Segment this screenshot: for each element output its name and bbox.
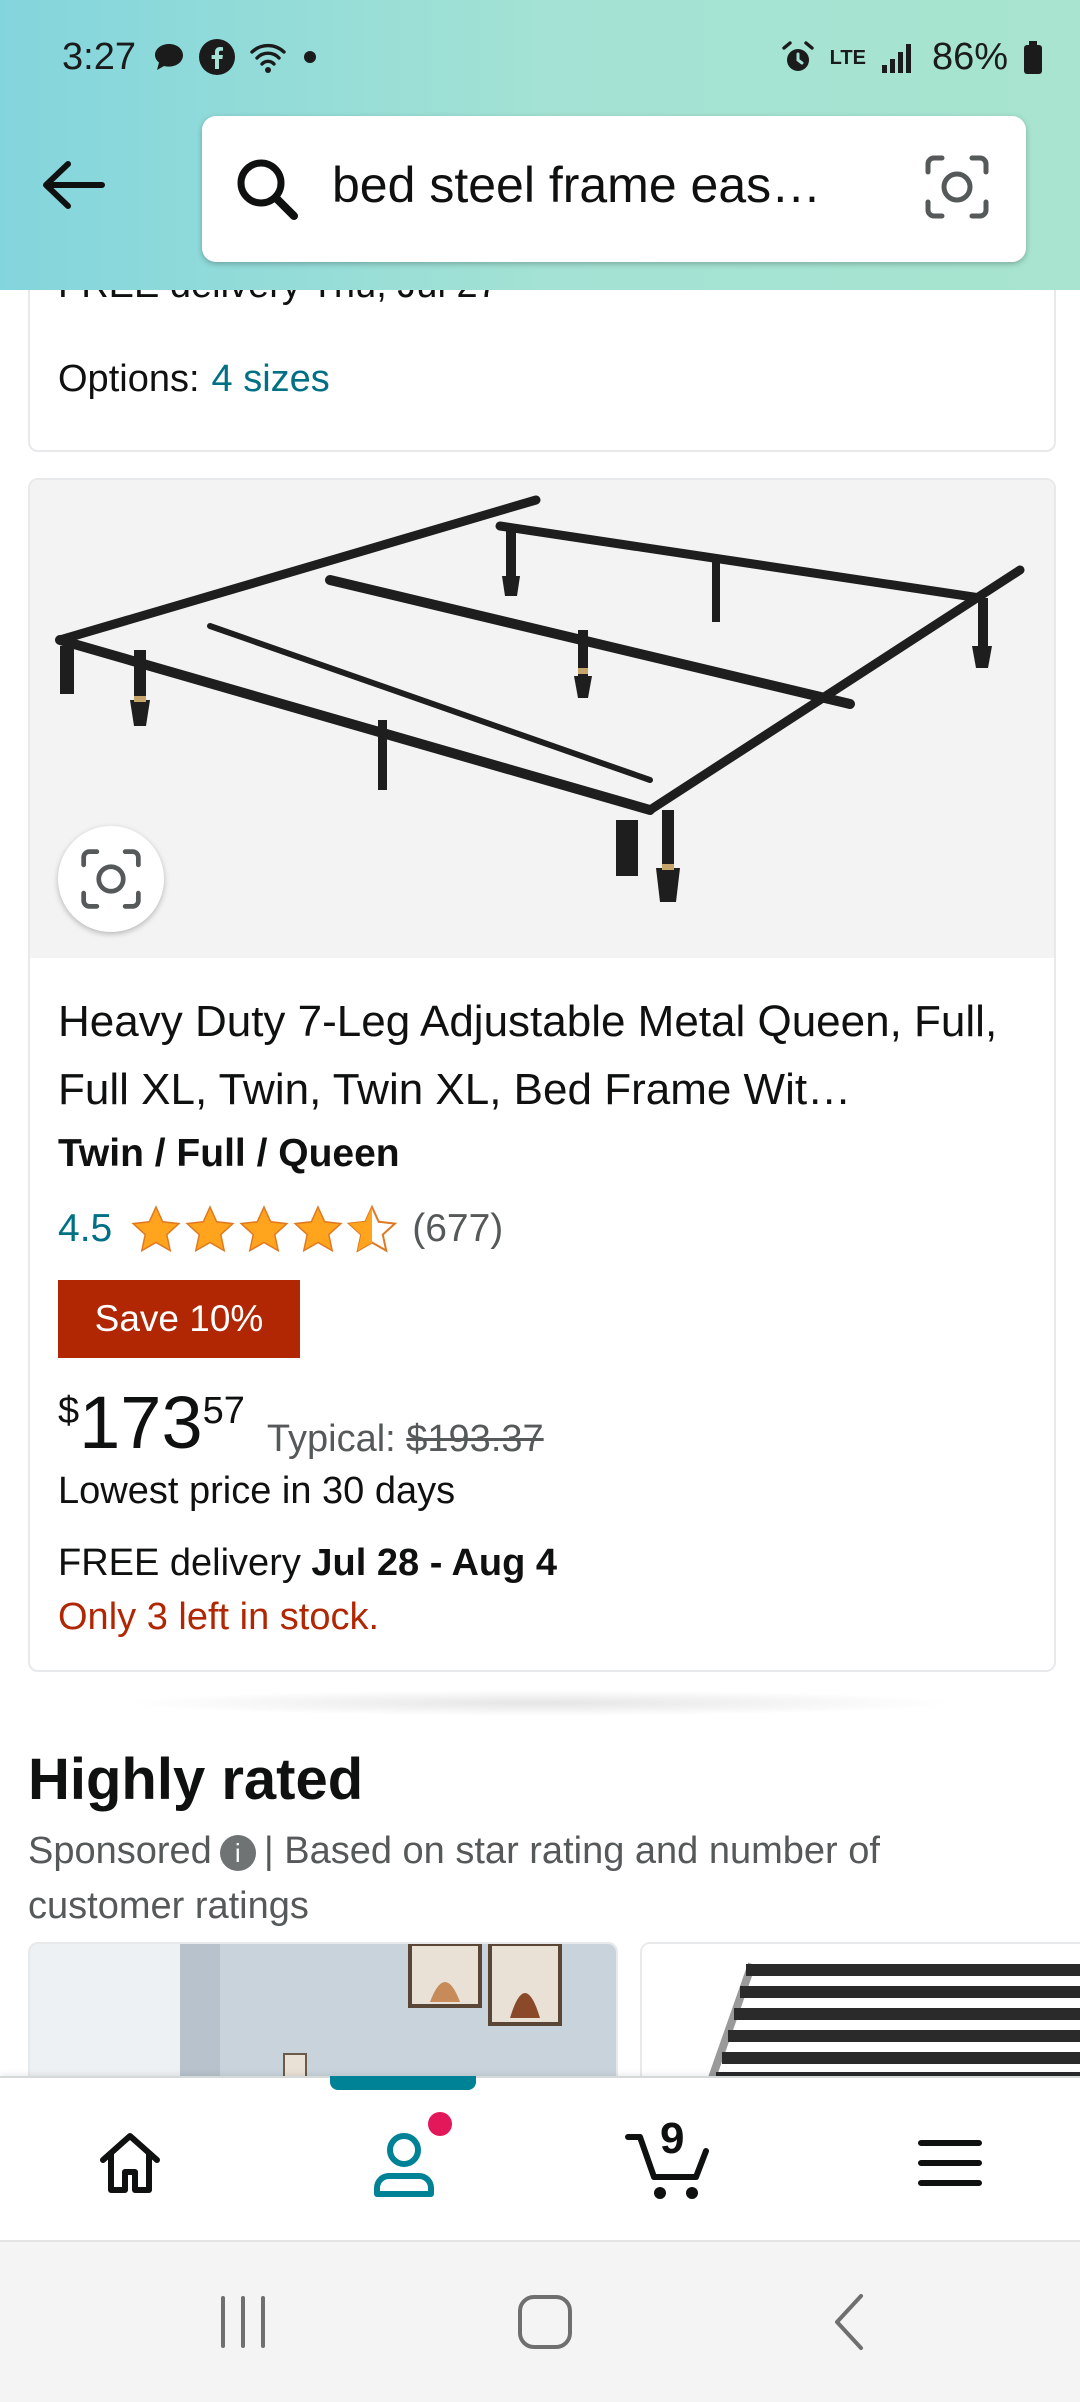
active-tab-indicator [330, 2076, 476, 2090]
home-icon [100, 2133, 160, 2193]
sponsored-note: Sponsored i | Based on star rating and num… [28, 1824, 1028, 1934]
bed-slats-photo [642, 1944, 1080, 2078]
system-icons: LTE 86% [780, 36, 1044, 79]
recommended-product-image[interactable] [640, 1942, 1080, 2080]
cart-count-badge: 9 [660, 2114, 685, 2163]
rating-count[interactable]: (677) [412, 1207, 503, 1251]
recent-apps-button[interactable] [198, 2290, 288, 2354]
delivery-info: FREE delivery Jul 28 - Aug 4 [58, 1542, 557, 1585]
options-label: Options: [58, 358, 200, 400]
user-icon [374, 2133, 434, 2197]
star-full-icon [239, 1205, 289, 1253]
typical-price: Typical: $193.37 [267, 1418, 544, 1461]
chevron-left-icon [835, 2294, 863, 2350]
price-whole: 173 [79, 1381, 203, 1464]
section-divider [120, 1690, 960, 1716]
lowest-price-note: Lowest price in 30 days [58, 1470, 456, 1512]
section-title: Highly rated [28, 1747, 364, 1812]
info-icon[interactable]: i [219, 1834, 256, 1871]
signal-icon [881, 43, 911, 73]
price-fraction: 57 [202, 1390, 245, 1432]
back-system-button[interactable] [804, 2290, 894, 2354]
status-bar: 3:27 LTE 86% [0, 0, 1080, 90]
typical-price-value: $193.37 [406, 1418, 544, 1460]
recommended-product-image[interactable] [28, 1942, 618, 2080]
menu-icon [918, 2140, 982, 2186]
facebook-icon [199, 39, 235, 75]
bottom-navigation: 9 [0, 2076, 1080, 2240]
search-query[interactable]: bed steel frame eas… [332, 156, 892, 214]
delivery-dates: Jul 28 - Aug 4 [311, 1542, 558, 1584]
visual-search-button[interactable] [58, 826, 164, 932]
arrow-left-icon [43, 161, 105, 209]
options-row: Options: 4 sizes [58, 358, 330, 401]
search-bar[interactable]: bed steel frame eas… [202, 116, 1026, 262]
star-full-icon [131, 1205, 181, 1253]
camera-search-icon[interactable] [922, 152, 992, 227]
save-badge: Save 10% [58, 1280, 300, 1358]
battery-percent: 86% [931, 36, 1008, 78]
delivery-prefix: FREE delivery [58, 1542, 301, 1584]
star-half-icon [347, 1204, 398, 1253]
price-currency: $ [58, 1390, 80, 1432]
nav-menu[interactable] [890, 2118, 1010, 2208]
back-button[interactable] [38, 150, 108, 220]
product-variant: Twin / Full / Queen [58, 1132, 400, 1175]
recent-apps-icon [221, 2296, 265, 2348]
star-full-icon [185, 1205, 235, 1253]
nav-home[interactable] [70, 2118, 190, 2208]
options-link[interactable]: 4 sizes [212, 358, 330, 400]
app-header: 3:27 LTE 86% bed steel frame eas… [0, 0, 1080, 290]
product-image[interactable] [30, 480, 1054, 958]
alarm-icon [781, 40, 814, 71]
system-navigation-bar [0, 2240, 1080, 2402]
product-title[interactable]: Heavy Duty 7-Leg Adjustable Metal Queen,… [58, 988, 1028, 1124]
nav-account[interactable] [344, 2112, 464, 2208]
notification-dot [428, 2112, 452, 2136]
home-square-icon [518, 2295, 572, 2349]
stock-note: Only 3 left in stock. [58, 1596, 380, 1638]
price-row: $ 173 57 Typical: $193.37 [58, 1380, 544, 1466]
star-rating [130, 1204, 398, 1254]
notification-icons [152, 38, 320, 76]
battery-icon [1024, 40, 1042, 74]
wifi-icon [250, 43, 286, 73]
chat-icon [155, 44, 183, 70]
search-icon [232, 154, 302, 229]
rating-row[interactable]: 4.5 (677) [58, 1204, 503, 1254]
camera-lens-icon [81, 849, 141, 909]
rating-value: 4.5 [58, 1207, 113, 1250]
home-system-button[interactable] [500, 2290, 590, 2354]
network-type: LTE [829, 46, 866, 69]
status-time: 3:27 [62, 36, 136, 78]
bed-frame-image [55, 495, 1025, 902]
sponsored-label: Sponsored [28, 1830, 212, 1872]
star-full-icon [293, 1205, 343, 1253]
dot-indicator-icon [304, 51, 316, 63]
product-card[interactable]: Heavy Duty 7-Leg Adjustable Metal Queen,… [28, 478, 1056, 1672]
bedroom-photo [30, 1944, 616, 2078]
typical-label: Typical: [266, 1418, 396, 1460]
